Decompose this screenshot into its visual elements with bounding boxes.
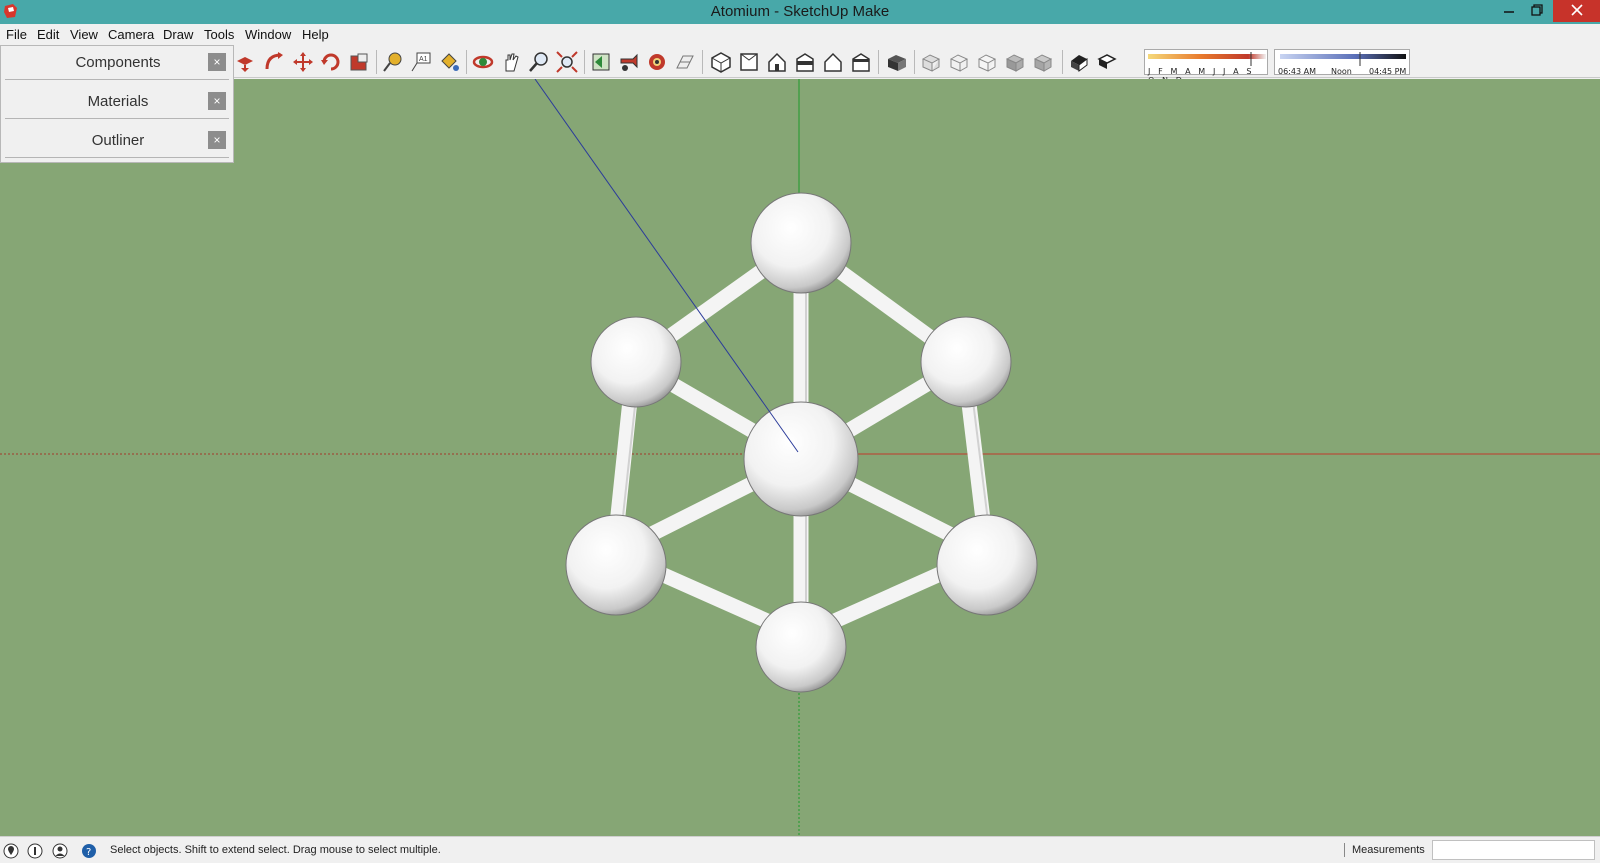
drawing-viewport[interactable] bbox=[0, 79, 1600, 836]
walk-icon[interactable] bbox=[646, 51, 668, 73]
svg-text:?: ? bbox=[86, 847, 91, 858]
menu-camera[interactable]: Camera bbox=[108, 27, 154, 42]
atomium-sphere-top[interactable] bbox=[750, 192, 852, 294]
svg-text:A1: A1 bbox=[419, 56, 428, 63]
xray-style-icon[interactable] bbox=[920, 51, 942, 73]
status-hint: Select objects. Shift to extend select. … bbox=[110, 844, 441, 856]
account-icon[interactable] bbox=[52, 843, 68, 859]
shadow-time-end: 04:45 PM bbox=[1369, 67, 1407, 76]
date-gradient-bar bbox=[1148, 52, 1266, 66]
close-panel-button[interactable]: × bbox=[208, 92, 226, 110]
shadow-time-start: 06:43 AM bbox=[1278, 67, 1316, 76]
zoom-extents-icon[interactable] bbox=[556, 51, 578, 73]
minimize-icon bbox=[1504, 11, 1514, 13]
wireframe-style-icon[interactable] bbox=[948, 51, 970, 73]
menu-help[interactable]: Help bbox=[302, 27, 329, 42]
tray-panel-components[interactable]: Components × bbox=[5, 46, 229, 80]
move-icon[interactable] bbox=[292, 51, 314, 73]
fog-toggle-icon[interactable] bbox=[1116, 51, 1138, 73]
component-icon[interactable] bbox=[886, 51, 908, 73]
atomium-sphere-bottom[interactable] bbox=[755, 601, 847, 693]
restore-icon bbox=[1531, 4, 1543, 16]
tray-panel-label: Components bbox=[75, 54, 161, 71]
hidden-line-style-icon[interactable] bbox=[976, 51, 998, 73]
credits-icon[interactable] bbox=[27, 843, 43, 859]
push-pull-icon[interactable] bbox=[234, 51, 256, 73]
text-icon[interactable]: A1 bbox=[410, 51, 432, 73]
toolbar-separator bbox=[878, 50, 879, 74]
shadow-time-mid: Noon bbox=[1331, 67, 1352, 76]
menu-edit[interactable]: Edit bbox=[37, 27, 59, 42]
toolbar-separator bbox=[1062, 50, 1063, 74]
toolbar-separator bbox=[584, 50, 585, 74]
tape-measure-icon[interactable] bbox=[382, 51, 404, 73]
close-window-button[interactable] bbox=[1553, 0, 1600, 22]
tray-panel-outliner[interactable]: Outliner × bbox=[5, 124, 229, 158]
menu-draw[interactable]: Draw bbox=[163, 27, 193, 42]
close-icon bbox=[1570, 4, 1583, 16]
close-panel-button[interactable]: × bbox=[208, 53, 226, 71]
shaded-style-icon[interactable] bbox=[1004, 51, 1026, 73]
menu-tools[interactable]: Tools bbox=[204, 27, 234, 42]
menu-view[interactable]: View bbox=[70, 27, 98, 42]
top-view-icon[interactable] bbox=[738, 51, 760, 73]
tray-panel-materials[interactable]: Materials × bbox=[5, 85, 229, 119]
orbit-icon[interactable] bbox=[472, 51, 494, 73]
measurements-label: Measurements bbox=[1352, 844, 1425, 856]
atomium-sphere-upper-left[interactable] bbox=[590, 316, 682, 408]
toolbar-separator bbox=[376, 50, 377, 74]
position-camera-icon[interactable] bbox=[618, 51, 640, 73]
help-icon[interactable]: ? bbox=[81, 843, 97, 859]
right-view-icon[interactable] bbox=[794, 51, 816, 73]
left-view-icon[interactable] bbox=[850, 51, 872, 73]
look-around-icon[interactable] bbox=[674, 51, 696, 73]
tray-panel-label: Outliner bbox=[91, 132, 145, 149]
time-gradient-bar bbox=[1280, 52, 1406, 66]
menu-file[interactable]: File bbox=[6, 27, 27, 42]
textured-style-icon[interactable] bbox=[1032, 51, 1054, 73]
shadow-settings-icon[interactable] bbox=[1096, 51, 1118, 73]
menu-bar: File Edit View Camera Draw Tools Window … bbox=[0, 24, 1600, 46]
shadow-date-slider[interactable]: J F M A M J J A S O N D bbox=[1144, 49, 1268, 85]
rotate-icon[interactable] bbox=[320, 51, 342, 73]
measurements-input[interactable] bbox=[1432, 840, 1595, 860]
scale-icon[interactable] bbox=[348, 51, 370, 73]
toolbar-separator bbox=[702, 50, 703, 74]
main-toolbar: A1 J F M A M J J A S 06:43 AM Noon 04:45… bbox=[0, 46, 1600, 85]
previous-view-icon[interactable] bbox=[590, 51, 612, 73]
toolbar-separator bbox=[914, 50, 915, 74]
atomium-sphere-lower-right[interactable] bbox=[936, 514, 1038, 616]
atomium-sphere-lower-left[interactable] bbox=[565, 514, 667, 616]
atomium-sphere-upper-right[interactable] bbox=[920, 316, 1012, 408]
model-canvas[interactable] bbox=[0, 79, 1600, 836]
status-bar: ? Select objects. Shift to extend select… bbox=[0, 836, 1600, 863]
measurements-separator bbox=[1344, 843, 1345, 857]
toolbar-separator bbox=[466, 50, 467, 74]
zoom-icon[interactable] bbox=[528, 51, 550, 73]
close-panel-button[interactable]: × bbox=[208, 131, 226, 149]
geo-location-icon[interactable] bbox=[3, 843, 19, 859]
menu-window[interactable]: Window bbox=[245, 27, 291, 42]
default-tray: Components × Materials × Outliner × bbox=[0, 45, 234, 163]
restore-button[interactable] bbox=[1520, 0, 1554, 22]
follow-me-icon[interactable] bbox=[263, 51, 285, 73]
front-view-icon[interactable] bbox=[766, 51, 788, 73]
paint-bucket-icon[interactable] bbox=[438, 51, 460, 73]
atomium-sphere-center[interactable] bbox=[743, 401, 859, 517]
shadows-toggle-icon[interactable] bbox=[1068, 51, 1090, 73]
shadow-time-slider[interactable]: 06:43 AM Noon 04:45 PM bbox=[1274, 49, 1410, 76]
title-bar: Atomium - SketchUp Make bbox=[0, 0, 1600, 24]
tray-panel-label: Materials bbox=[87, 93, 149, 110]
iso-view-icon[interactable] bbox=[710, 51, 732, 73]
pan-icon[interactable] bbox=[500, 51, 522, 73]
window-title: Atomium - SketchUp Make bbox=[710, 3, 890, 20]
back-view-icon[interactable] bbox=[822, 51, 844, 73]
